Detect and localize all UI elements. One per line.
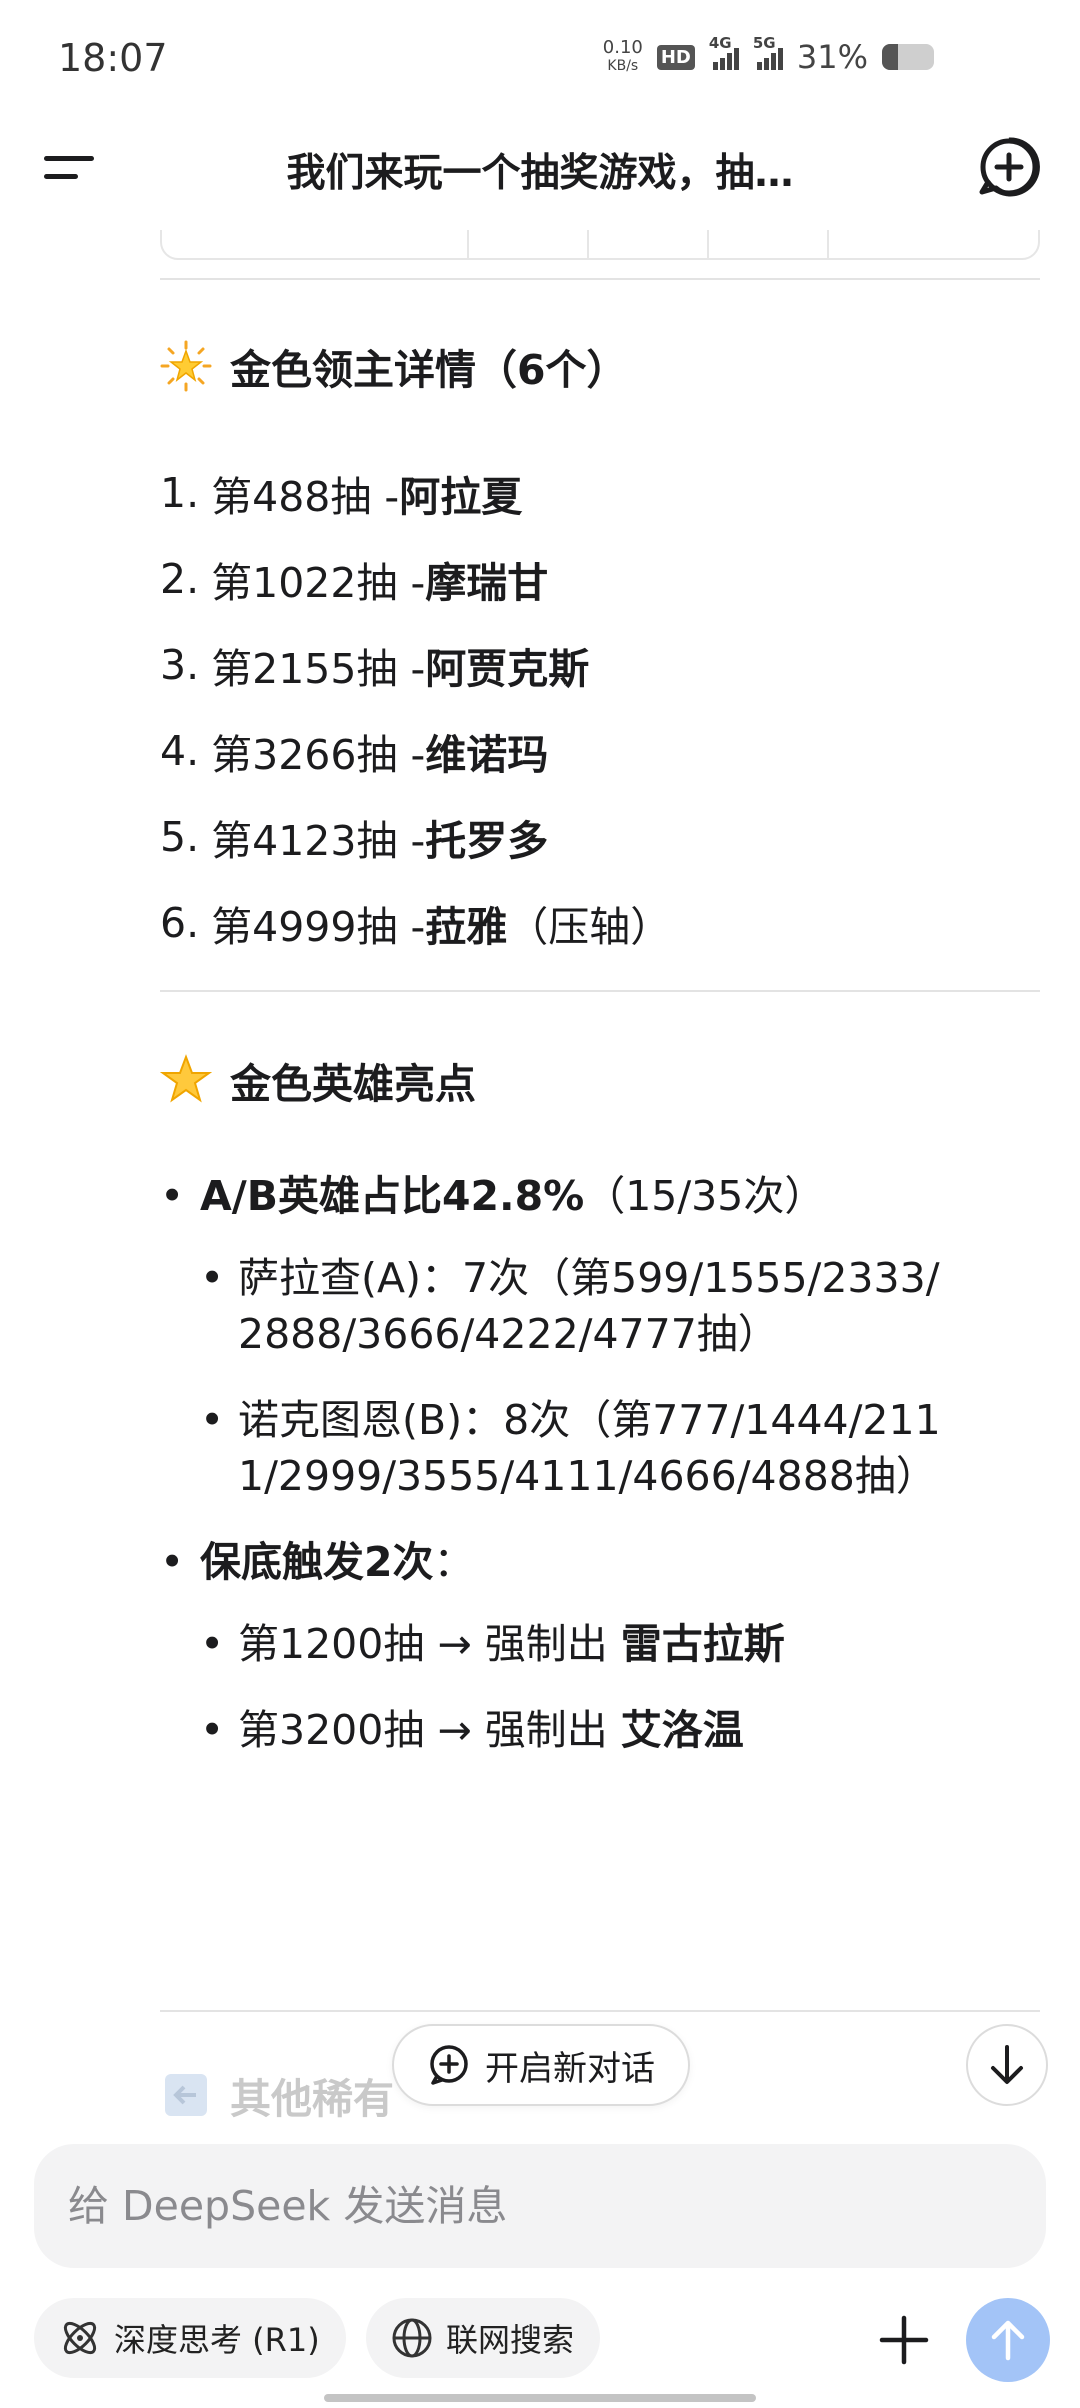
list-item-index: 6. (160, 899, 200, 947)
signal-4g-icon: 4G (709, 34, 739, 70)
chat-title: 我们来玩一个抽奖游戏，抽… (286, 151, 794, 196)
divider (160, 990, 1040, 992)
list-item-index: 5. (160, 813, 200, 861)
section-heading-next-text: 其他稀有 (230, 2075, 394, 2123)
list-item-index: 2. (160, 555, 200, 603)
status-icons: 0.10 KB/s HD 4G 5G 31% (603, 34, 934, 76)
sub-list: 第1200抽 → 强制出 雷古拉斯 第3200抽 → 强制出 艾洛温 (200, 1616, 960, 1758)
battery-level-fill (882, 44, 899, 70)
list-item-draw: 第4999抽 - (211, 903, 426, 951)
message-input[interactable] (34, 2144, 1046, 2268)
top-nav: 我们来玩一个抽奖游戏，抽… (0, 120, 1080, 230)
list-item: 2. 第1022抽 - 摩瑞甘 (160, 536, 1040, 622)
sub-list: 萨拉查(A)：7次（第599/1555/2333/2888/3666/4222/… (200, 1250, 960, 1504)
list-item: 5. 第4123抽 - 托罗多 (160, 794, 1040, 880)
bullet-bold-text: A/B英雄占比42.8% (200, 1172, 585, 1220)
hero-name: 雷古拉斯 (620, 1620, 785, 1668)
new-dialog-label: 开启新对话 (485, 2048, 655, 2089)
list-item-draw: 第1022抽 - (211, 559, 426, 607)
section-heading-heroes-text: 金色英雄亮点 (230, 1060, 476, 1108)
globe-icon (392, 2318, 432, 2358)
web-search-label: 联网搜索 (446, 2321, 575, 2359)
lords-list: 1. 第488抽 - 阿拉夏 2. 第1022抽 - 摩瑞甘 3. 第2155抽 - 阿贾… (160, 450, 1040, 966)
status-bar: 18:07 0.10 KB/s HD 4G 5G 31% (0, 0, 1080, 120)
list-item: 4. 第3266抽 - 维诺玛 (160, 708, 1040, 794)
network-speed-value: 0.10 (602, 37, 643, 58)
bullet-text: （15/35次） (584, 1172, 826, 1220)
new-chat-icon (430, 2045, 468, 2085)
heroes-list: A/B英雄占比42.8%（15/35次） 萨拉查(A)：7次（第599/1555… (160, 1168, 960, 1788)
deep-think-toggle[interactable]: 深度思考 (R1) (34, 2298, 346, 2378)
list-item-draw: 第488抽 - (211, 473, 400, 521)
list-item-draw: 第2155抽 - (211, 645, 426, 693)
chat-content[interactable]: 金色领主详情（6个） 1. 第488抽 - 阿拉夏 2. 第1022抽 - 摩瑞甘 3.… (0, 230, 1080, 2130)
sub-list-item: 诺克图恩(B)：8次（第777/1444/2111/2999/3555/4111… (200, 1392, 960, 1504)
battery-icon (882, 44, 934, 70)
bullet-bold-text: 保底触发2次 (200, 1538, 434, 1586)
hero-name: 艾洛温 (620, 1706, 744, 1754)
divider (160, 2010, 1040, 2012)
bullet-text: ： (433, 1538, 475, 1586)
plus-icon (879, 2315, 929, 2365)
lord-name: 托罗多 (425, 817, 549, 865)
network-speed-unit: KB/s (607, 58, 639, 74)
arrow-box-icon (160, 2069, 212, 2121)
menu-icon[interactable] (40, 146, 100, 196)
lord-name: 维诺玛 (425, 731, 549, 779)
table-bottom-edge (160, 230, 1040, 260)
new-chat-icon[interactable] (976, 134, 1042, 200)
section-heading-heroes: 金色英雄亮点 (160, 1050, 476, 1110)
atom-icon (63, 2321, 97, 2355)
list-item-index: 3. (160, 641, 200, 689)
list-item-note: （压轴） (507, 903, 672, 951)
lord-name: 阿贾克斯 (425, 645, 590, 693)
divider (160, 278, 1040, 280)
send-button[interactable] (966, 2298, 1050, 2382)
scroll-down-button[interactable] (966, 2024, 1048, 2106)
new-dialog-button[interactable]: 开启新对话 (392, 2024, 690, 2106)
attach-plus-button[interactable] (864, 2300, 944, 2380)
list-item-index: 1. (160, 469, 200, 517)
section-heading-lords-text: 金色领主详情（6个） (230, 346, 628, 394)
home-indicator[interactable] (324, 2394, 756, 2402)
lord-name: 摩瑞甘 (425, 559, 549, 607)
arrow-up-icon (991, 2320, 1025, 2361)
signal-5g-label: 5G (752, 34, 776, 52)
sub-item-text: 第3200抽 → 强制出 (238, 1706, 621, 1754)
web-search-toggle[interactable]: 联网搜索 (366, 2298, 601, 2378)
sub-list-item: 第1200抽 → 强制出 雷古拉斯 (200, 1616, 960, 1672)
list-item: A/B英雄占比42.8%（15/35次） 萨拉查(A)：7次（第599/1555… (160, 1168, 960, 1504)
composer: 深度思考 (R1) 联网搜索 (0, 2130, 1080, 2408)
glowing-star-icon (160, 340, 212, 392)
section-heading-next: 其他稀有 (160, 2065, 394, 2125)
lord-name: 阿拉夏 (399, 473, 523, 521)
status-time: 18:07 (58, 36, 168, 80)
deep-think-label: 深度思考 (R1) (114, 2321, 320, 2359)
sub-list-item: 萨拉查(A)：7次（第599/1555/2333/2888/3666/4222/… (200, 1250, 960, 1362)
lord-name: 菈雅 (425, 903, 508, 951)
hd-voice-icon: HD (656, 44, 695, 70)
list-item-draw: 第3266抽 - (211, 731, 426, 779)
list-item: 6. 第4999抽 - 菈雅 （压轴） (160, 880, 1040, 966)
list-item: 1. 第488抽 - 阿拉夏 (160, 450, 1040, 536)
arrow-down-icon (991, 2045, 1023, 2084)
list-item: 3. 第2155抽 - 阿贾克斯 (160, 622, 1040, 708)
network-speed: 0.10 KB/s (603, 39, 643, 75)
section-heading-lords: 金色领主详情（6个） (160, 336, 628, 396)
list-item-index: 4. (160, 727, 200, 775)
battery-percent: 31% (796, 38, 868, 76)
list-item-draw: 第4123抽 - (211, 817, 426, 865)
list-item: 保底触发2次： 第1200抽 → 强制出 雷古拉斯 第3200抽 → 强制出 艾… (160, 1534, 960, 1758)
star-icon (160, 1054, 212, 1106)
signal-4g-label: 4G (708, 34, 732, 52)
sub-list-item: 第3200抽 → 强制出 艾洛温 (200, 1702, 960, 1758)
signal-5g-icon: 5G (753, 34, 783, 70)
sub-item-text: 第1200抽 → 强制出 (238, 1620, 621, 1668)
